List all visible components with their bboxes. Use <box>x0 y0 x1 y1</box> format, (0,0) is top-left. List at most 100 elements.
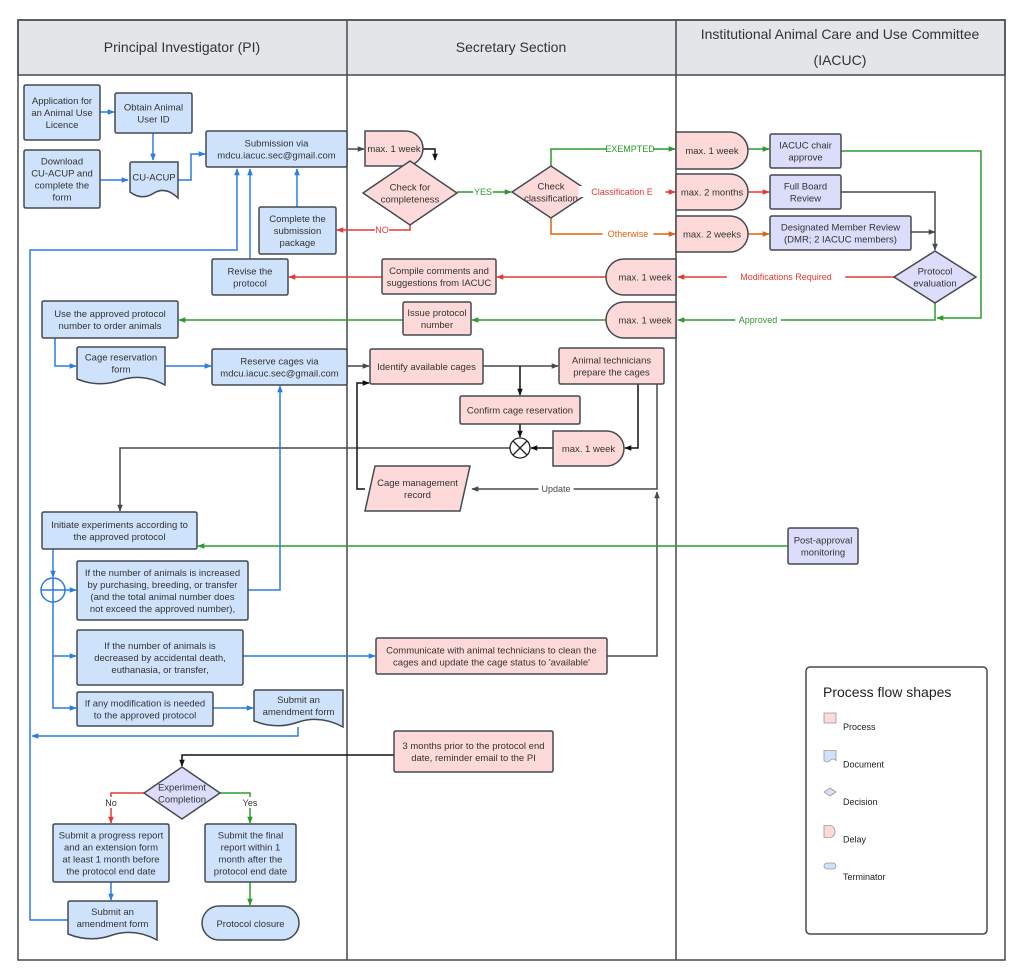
node-increase[interactable]: If the number of animals is increasedby … <box>76 560 249 621</box>
node-closure-text: Protocol closure <box>216 919 284 930</box>
node-final-report[interactable]: Submit the finalreport within 1month aft… <box>204 823 297 883</box>
node-technicians-prepare-text: Animal technicians <box>572 355 651 366</box>
node-delay-submit[interactable]: max. 1 week <box>364 130 424 167</box>
node-progress-report[interactable]: Submit a progress reportand an extension… <box>52 823 170 883</box>
edge-label-completion-no: No <box>105 798 117 808</box>
node-progress-report-text: at least 1 month before <box>62 854 159 865</box>
node-technicians-prepare[interactable]: Animal techniciansprepare the cages <box>558 347 665 385</box>
node-initiate[interactable]: Initiate experiments according tothe app… <box>41 511 198 550</box>
node-delay-otherwise[interactable]: max. 2 weeks <box>675 215 749 253</box>
node-use-approved[interactable]: Use the approved protocolnumber to order… <box>41 300 179 339</box>
node-post-approval-text: monitoring <box>801 547 845 558</box>
node-post-approval[interactable]: Post-approvalmonitoring <box>787 527 859 565</box>
node-delay-modifications[interactable]: max. 1 week <box>605 258 677 296</box>
node-application-text: an Animal Use <box>31 108 92 119</box>
legend-delay-icon <box>823 825 836 838</box>
node-issue-number-text: Issue protocol <box>407 308 466 319</box>
node-evaluation-text: evaluation <box>913 278 956 289</box>
legend-label: Document <box>843 760 885 770</box>
node-confirm-reservation[interactable]: Confirm cage reservation <box>459 395 581 425</box>
node-cage-record-text: Cage management <box>377 478 458 489</box>
node-amendment-2[interactable]: Submit anamendment form <box>67 900 158 942</box>
node-issue-number-text: number <box>421 320 453 331</box>
flow-arrow <box>624 384 639 451</box>
node-application-text: Application for <box>32 96 92 107</box>
node-cage-record[interactable]: Cage managementrecord <box>364 465 471 512</box>
node-communicate-text: cages and update the cage status to 'ava… <box>393 657 590 668</box>
node-increase-text: by purchasing, breeding, or transfer <box>88 580 238 591</box>
node-reminder[interactable]: 3 months prior to the protocol enddate, … <box>393 730 554 773</box>
node-delay-otherwise-text: max. 2 weeks <box>683 229 741 240</box>
node-increase-text: (and the total animal number does <box>90 592 234 603</box>
flow-arrow <box>178 151 206 181</box>
flow-arrow <box>179 754 394 767</box>
node-complete-package[interactable]: Complete thesubmissionpackage <box>258 206 337 255</box>
node-delay-cages[interactable]: max. 1 week <box>552 430 625 467</box>
node-obtain-id-text: Obtain Animal <box>124 102 183 113</box>
edge-label-exempted: EXEMPTED <box>605 144 655 154</box>
node-obtain-id[interactable]: Obtain AnimalUser ID <box>114 92 193 134</box>
lane-title-iacuc: Institutional Animal Care and Use Commit… <box>701 26 980 42</box>
node-communicate-text: Communicate with animal technicians to c… <box>386 645 597 656</box>
node-reserve-cages-text: Reserve cages via <box>240 356 319 367</box>
legend: Process flow shapes Process Document Decisi… <box>805 666 988 935</box>
node-application-text: Licence <box>46 120 79 131</box>
node-dmr-text: (DMR; 2 IACUC members) <box>784 234 897 245</box>
node-evaluation-text: Protocol <box>918 266 953 277</box>
node-download-text: CU-ACUP and <box>31 168 93 179</box>
node-delay-submit-text: max. 1 week <box>367 144 421 155</box>
node-cage-record-text: record <box>404 490 431 501</box>
node-identify-cages[interactable]: Identify available cages <box>369 348 484 385</box>
node-reminder-text: date, reminder email to the PI <box>411 753 536 764</box>
node-cu-acup[interactable]: CU-ACUP <box>129 161 179 200</box>
node-cage-form[interactable]: Cage reservationform <box>76 346 166 387</box>
node-delay-exempted[interactable]: max. 1 week <box>675 131 749 170</box>
node-delay-class-e-text: max. 2 months <box>681 187 744 198</box>
node-communicate[interactable]: Communicate with animal technicians to c… <box>375 637 608 675</box>
node-progress-report-text: Submit a progress report <box>59 830 164 841</box>
node-full-board[interactable]: Full BoardReview <box>769 174 842 210</box>
node-compile-text: Compile comments and <box>389 266 489 277</box>
node-download-text: Download <box>41 156 83 167</box>
edge-label-yes: YES <box>474 187 492 197</box>
node-delay-modifications-text: max. 1 week <box>618 272 672 283</box>
node-dmr[interactable]: Designated Member Review(DMR; 2 IACUC me… <box>769 215 912 251</box>
node-final-report-text: protocol end date <box>214 866 287 877</box>
swimlane-flowchart: Principal Investigator (PI) Secretary Sec… <box>17 19 1006 961</box>
node-amendment-1[interactable]: Submit anamendment form <box>253 689 344 729</box>
node-revise[interactable]: Revise theprotocol <box>211 258 289 296</box>
node-increase-text: If the number of animals is increased <box>85 568 240 579</box>
node-decrease[interactable]: If the number of animals isdecreased by … <box>76 629 244 686</box>
node-chair-approve[interactable]: IACUC chairapprove <box>769 133 842 169</box>
node-closure[interactable]: Protocol closure <box>201 905 300 941</box>
node-final-report-text: report within 1 <box>221 842 281 853</box>
node-check-classification[interactable]: Checkclassification <box>510 165 592 219</box>
node-issue-number[interactable]: Issue protocolnumber <box>402 301 472 336</box>
node-download-text: form <box>53 192 72 203</box>
branch-junction-icon <box>40 577 66 603</box>
legend-title: Process flow shapes <box>823 684 951 700</box>
node-confirm-reservation-text: Confirm cage reservation <box>467 405 573 416</box>
node-cu-acup-text: CU-ACUP <box>132 172 175 183</box>
node-amendment-2-text: Submit an <box>91 907 134 918</box>
legend-terminator-icon <box>823 862 837 870</box>
node-check-completeness[interactable]: Check forcompleteness <box>361 160 459 226</box>
node-modification[interactable]: If any modification is neededto the appr… <box>76 691 214 727</box>
flow-arrow <box>423 148 438 161</box>
node-initiate-text: Initiate experiments according to <box>51 520 188 531</box>
node-evaluation[interactable]: Protocolevaluation <box>892 250 978 304</box>
node-amendment-1-text: amendment form <box>263 707 335 718</box>
node-download[interactable]: DownloadCU-ACUP andcomplete theform <box>23 149 101 209</box>
edge-label-class-e: Classification E <box>591 187 653 197</box>
node-check-completeness-text: Check for <box>390 182 431 193</box>
node-technicians-prepare-text: prepare the cages <box>573 367 650 378</box>
node-application[interactable]: Application foran Animal UseLicence <box>23 84 101 141</box>
node-delay-class-e[interactable]: max. 2 months <box>675 173 749 211</box>
node-submission[interactable]: Submission viamdcu.iacuc.sec@gmail.com <box>205 130 348 168</box>
node-complete-package-text: Complete the <box>269 214 326 225</box>
node-reserve-cages[interactable]: Reserve cages viamdcu.iacuc.sec@gmail.co… <box>211 348 348 386</box>
node-delay-approved[interactable]: max. 1 week <box>605 301 677 339</box>
node-completion[interactable]: ExperimentCompletion <box>142 766 222 820</box>
flow-arrow <box>677 303 936 323</box>
node-compile[interactable]: Compile comments andsuggestions from IAC… <box>381 258 497 295</box>
